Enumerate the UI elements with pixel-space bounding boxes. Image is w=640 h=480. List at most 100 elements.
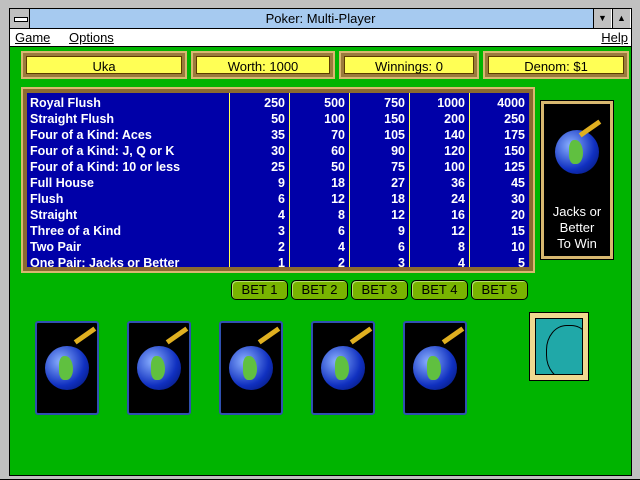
payout-value: 45: [511, 176, 525, 190]
poker-window: Poker: Multi-Player ▼ ▲ Game Options Hel…: [9, 8, 632, 476]
system-menu-button[interactable]: [10, 9, 30, 28]
payout-value: 175: [504, 128, 525, 142]
globe-icon: [137, 346, 181, 390]
hand-name: One Pair: Jacks or Better: [30, 256, 180, 270]
hand-name: Straight Flush: [30, 112, 115, 126]
sword-icon: [165, 326, 189, 345]
payout-value: 30: [511, 192, 525, 206]
face-icon: [546, 325, 582, 374]
payout-value: 2: [278, 240, 285, 254]
payout-value: 120: [444, 144, 465, 158]
payout-value: 250: [504, 112, 525, 126]
globe-icon: [555, 130, 599, 174]
sword-icon: [257, 326, 281, 345]
card-back[interactable]: [403, 321, 467, 415]
payout-value: 75: [391, 160, 405, 174]
paytable-row: Three of a Kind 3 6 9 12 15: [27, 223, 529, 239]
paytable-row: Flush 6 12 18 24 30: [27, 191, 529, 207]
payout-value: 1: [278, 256, 285, 270]
hand-name: Four of a Kind: Aces: [30, 128, 152, 142]
payout-value: 15: [511, 224, 525, 238]
menu-options[interactable]: Options: [69, 29, 114, 47]
payout-value: 4: [278, 208, 285, 222]
payout-value: 150: [384, 112, 405, 126]
payout-value: 100: [324, 112, 345, 126]
hand-name: Royal Flush: [30, 96, 101, 110]
bet-1-button[interactable]: BET 1: [231, 280, 288, 300]
panel-text-1: Jacks or: [552, 204, 602, 219]
globe-icon: [413, 346, 457, 390]
hand-name: Two Pair: [30, 240, 82, 254]
payout-value: 6: [398, 240, 405, 254]
payout-value: 70: [331, 128, 345, 142]
bet-5-button[interactable]: BET 5: [471, 280, 528, 300]
menu-bar: Game Options Help: [10, 29, 631, 47]
title-bar[interactable]: Poker: Multi-Player ▼ ▲: [10, 9, 631, 29]
player-name-box: Uka: [21, 51, 187, 79]
hand-name: Full House: [30, 176, 94, 190]
payout-value: 4000: [497, 96, 525, 110]
hand-name: Four of a Kind: 10 or less: [30, 160, 181, 174]
payout-value: 50: [331, 160, 345, 174]
payout-value: 30: [271, 144, 285, 158]
payout-value: 12: [391, 208, 405, 222]
menu-game[interactable]: Game: [15, 29, 50, 47]
payout-value: 35: [271, 128, 285, 142]
player-portrait[interactable]: [529, 312, 589, 381]
card-back[interactable]: [311, 321, 375, 415]
payout-value: 140: [444, 128, 465, 142]
payout-value: 105: [384, 128, 405, 142]
winnings-box: Winnings: 0: [339, 51, 479, 79]
paytable-row: Royal Flush 250 500 750 1000 4000: [27, 95, 529, 111]
hand-name: Flush: [30, 192, 64, 206]
payout-value: 4: [458, 256, 465, 270]
payout-value: 6: [338, 224, 345, 238]
paytable-row: Four of a Kind: J, Q or K 30 60 90 120 150: [27, 143, 529, 159]
payout-value: 9: [278, 176, 285, 190]
payout-value: 2: [338, 256, 345, 270]
hand-name: Four of a Kind: J, Q or K: [30, 144, 175, 158]
payout-value: 4: [338, 240, 345, 254]
window-title: Poker: Multi-Player: [265, 11, 376, 26]
paytable-row: Four of a Kind: Aces 35 70 105 140 175: [27, 127, 529, 143]
payout-value: 90: [391, 144, 405, 158]
worth-box: Worth: 1000: [191, 51, 335, 79]
sword-icon: [73, 326, 97, 345]
payout-value: 9: [398, 224, 405, 238]
hand-name: Straight: [30, 208, 78, 222]
paytable-row: Straight Flush 50 100 150 200 250: [27, 111, 529, 127]
payout-value: 16: [451, 208, 465, 222]
panel-text-2: Better: [559, 220, 595, 235]
payout-value: 60: [331, 144, 345, 158]
minimize-button[interactable]: ▼: [593, 9, 612, 28]
bet-2-button[interactable]: BET 2: [291, 280, 348, 300]
payout-value: 3: [278, 224, 285, 238]
payout-value: 5: [518, 256, 525, 270]
globe-icon: [229, 346, 273, 390]
maximize-button[interactable]: ▲: [612, 9, 631, 28]
payout-value: 24: [451, 192, 465, 206]
bet-3-button[interactable]: BET 3: [351, 280, 408, 300]
paytable-row: Straight 4 8 12 16 20: [27, 207, 529, 223]
payout-value: 100: [444, 160, 465, 174]
sword-icon: [349, 326, 373, 345]
paytable-row: One Pair: Jacks or Better 1 2 3 4 5: [27, 255, 529, 271]
paytable-row: Four of a Kind: 10 or less 25 50 75 100 125: [27, 159, 529, 175]
payout-value: 20: [511, 208, 525, 222]
paytable-row: Two Pair 2 4 6 8 10: [27, 239, 529, 255]
payout-value: 500: [324, 96, 345, 110]
globe-icon: [321, 346, 365, 390]
payout-value: 50: [271, 112, 285, 126]
denom-box[interactable]: Denom: $1: [483, 51, 629, 79]
bet-4-button[interactable]: BET 4: [411, 280, 468, 300]
menu-help[interactable]: Help: [601, 29, 628, 47]
payout-value: 1000: [437, 96, 465, 110]
payout-value: 25: [271, 160, 285, 174]
card-back[interactable]: [127, 321, 191, 415]
card-back[interactable]: [35, 321, 99, 415]
payout-value: 18: [391, 192, 405, 206]
card-back[interactable]: [219, 321, 283, 415]
sword-icon: [441, 326, 465, 345]
payout-value: 18: [331, 176, 345, 190]
jacks-or-better-panel: Jacks or Better To Win: [540, 100, 614, 260]
